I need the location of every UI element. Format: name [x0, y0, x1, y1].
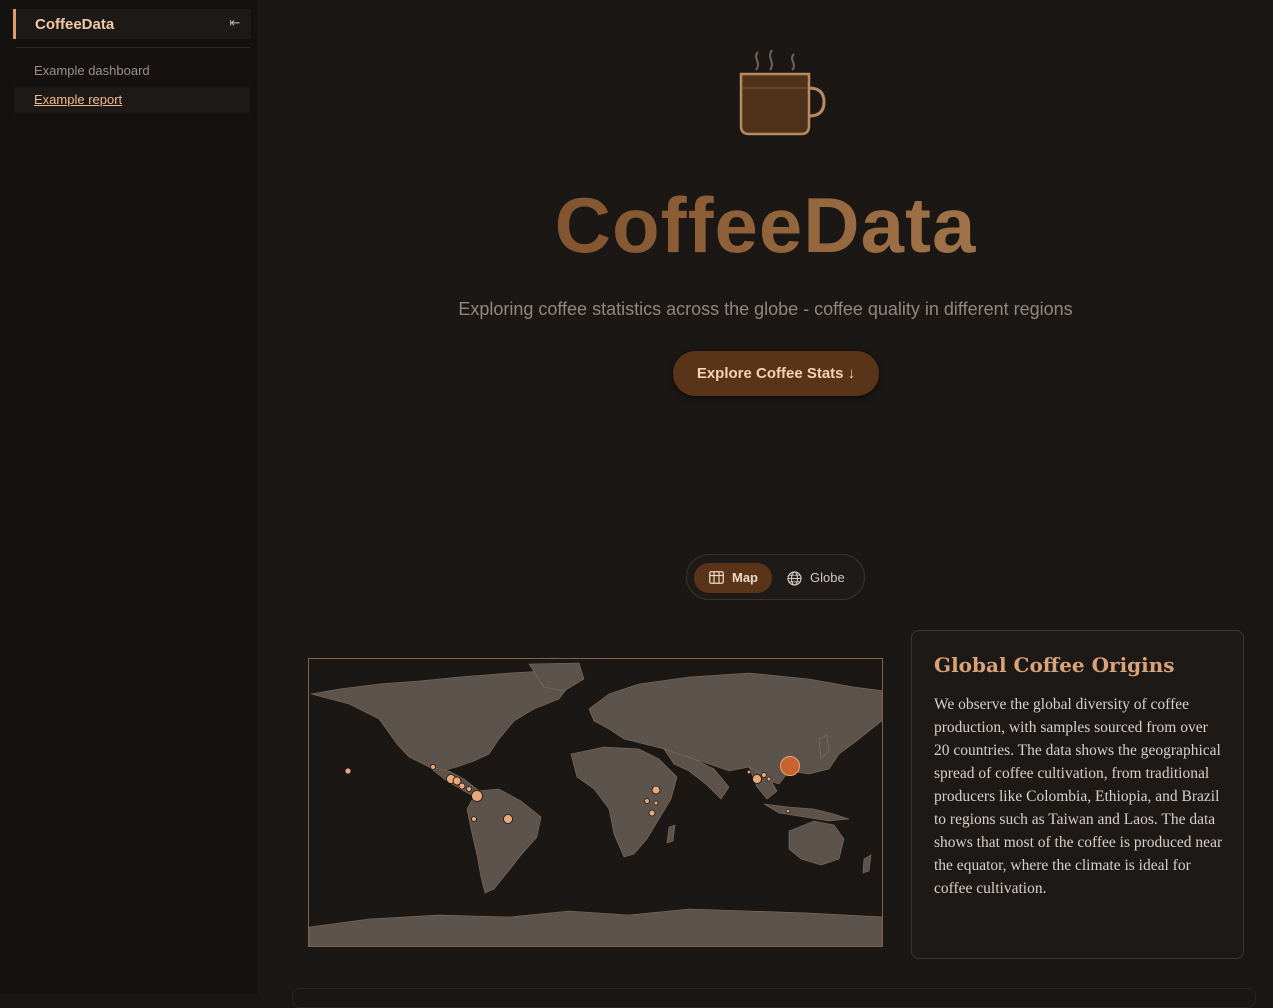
- world-map[interactable]: [308, 658, 883, 947]
- map-land: [309, 662, 882, 946]
- explore-coffee-stats-button[interactable]: Explore Coffee Stats ↓: [673, 351, 879, 396]
- map-view-label: Map: [732, 570, 758, 585]
- info-card: Global Coffee Origins We observe the glo…: [911, 630, 1244, 959]
- sidebar-divider: [16, 47, 250, 48]
- app-title[interactable]: CoffeeData: [35, 16, 114, 33]
- map-view-button[interactable]: Map: [694, 563, 772, 593]
- card-body: We observe the global diversity of coffe…: [934, 696, 1223, 897]
- sidebar-item-example-dashboard[interactable]: Example dashboard: [14, 58, 250, 84]
- globe-icon: [787, 571, 802, 586]
- view-toggle: Map Globe: [686, 554, 865, 600]
- hero-subtitle: Exploring coffee statistics across the g…: [458, 299, 1073, 319]
- next-section-card: [292, 988, 1256, 1008]
- sidebar-item-example-report[interactable]: Example report: [14, 87, 250, 113]
- sidebar-header: CoffeeData ⇤: [13, 9, 251, 39]
- map-grid-icon: [709, 571, 724, 584]
- collapse-left-icon[interactable]: ⇤: [227, 15, 243, 31]
- card-title: Global Coffee Origins: [934, 653, 1175, 677]
- hero-title: CoffeeData: [258, 180, 1273, 271]
- globe-view-button[interactable]: Globe: [777, 563, 855, 593]
- globe-view-label: Globe: [810, 570, 845, 585]
- coffee-mug-icon: [732, 48, 828, 145]
- sidebar: CoffeeData ⇤ Example dashboard Example r…: [0, 0, 259, 994]
